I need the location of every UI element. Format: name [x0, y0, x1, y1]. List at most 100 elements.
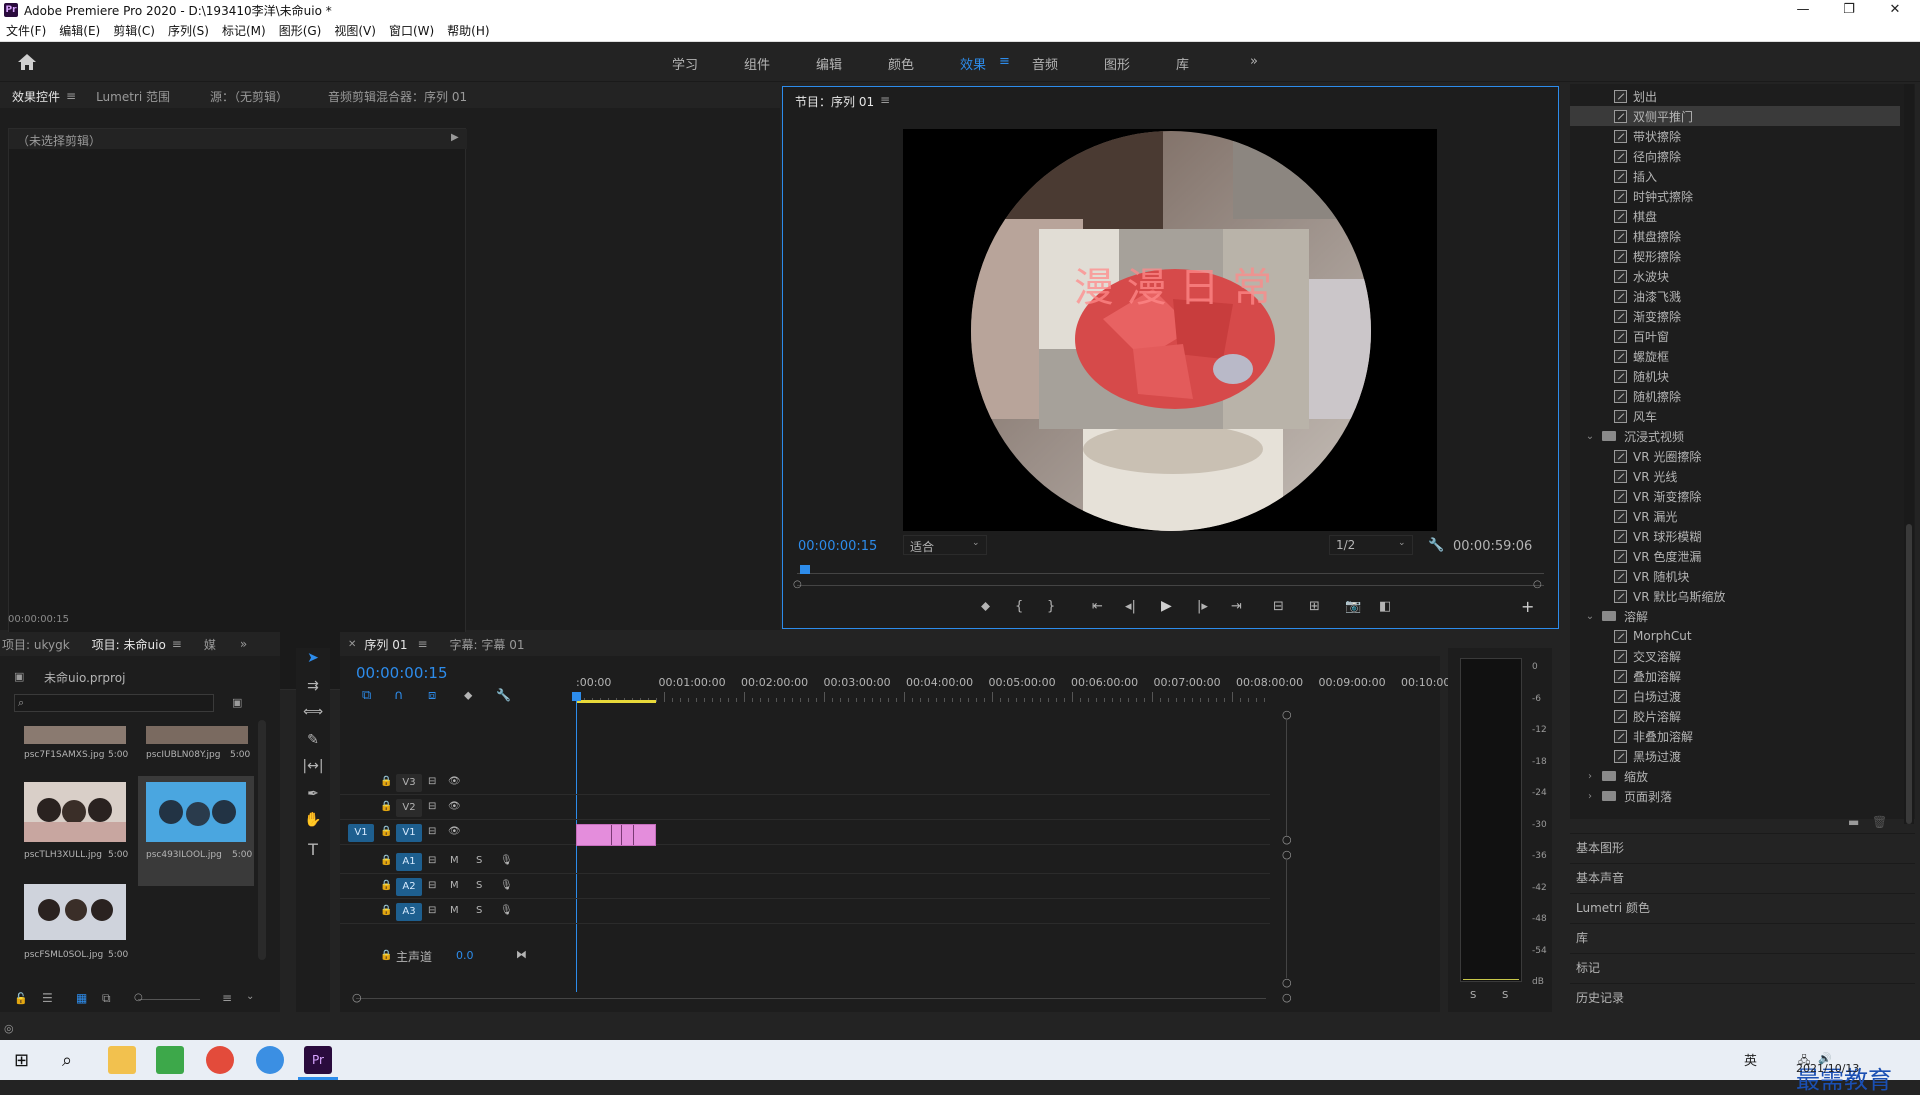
menu-file[interactable]: 文件(F)	[6, 22, 46, 39]
lift-icon[interactable]: ⊟	[1273, 599, 1284, 614]
work-area-bar[interactable]	[576, 700, 656, 703]
zoom-handle-left[interactable]: ○	[793, 579, 802, 590]
step-back-icon[interactable]: ◂|	[1125, 599, 1136, 614]
menu-view[interactable]: 视图(V)	[334, 22, 376, 39]
effect-item[interactable]: 插入	[1570, 166, 1900, 186]
tab-audio-clip-mixer[interactable]: 音频剪辑混合器：序列 01	[328, 88, 467, 105]
program-video-frame[interactable]: 漫 漫 日 常	[903, 129, 1437, 531]
track-label-v3[interactable]: V3	[396, 774, 422, 792]
program-timecode[interactable]: 00:00:00:15	[798, 539, 877, 554]
master-output-icon[interactable]: ⧓	[516, 948, 527, 961]
app-icon[interactable]	[156, 1046, 184, 1074]
tab-effect-controls[interactable]: 效果控件	[12, 88, 60, 105]
solo-button[interactable]: S	[476, 905, 482, 916]
effect-item[interactable]: 白场过渡	[1570, 686, 1900, 706]
play-icon[interactable]: ▶	[1161, 598, 1172, 614]
compare-view-icon[interactable]: ◧	[1379, 599, 1391, 614]
mute-button[interactable]: M	[450, 880, 459, 891]
tab-project-untitled[interactable]: 项目: 未命uio	[92, 636, 166, 653]
effect-item[interactable]: 带状擦除	[1570, 126, 1900, 146]
effect-item[interactable]: 非叠加溶解	[1570, 726, 1900, 746]
track-lock-icon[interactable]: 🔒	[380, 826, 392, 837]
tab-media[interactable]: 媒	[204, 636, 216, 653]
hscroll-handle-left[interactable]: ○	[352, 991, 362, 1004]
effect-item[interactable]: 棋盘擦除	[1570, 226, 1900, 246]
type-tool-icon[interactable]: T	[296, 840, 330, 864]
list-view-icon[interactable]: ☰	[42, 991, 53, 1005]
workspace-tab-effects[interactable]: 效果	[960, 54, 986, 73]
mic-icon[interactable]: 🎙	[500, 905, 513, 916]
eye-icon[interactable]: 👁	[448, 801, 461, 812]
side-panel-header[interactable]: 标记	[1570, 953, 1915, 982]
track-lock-icon[interactable]: 🔒	[380, 855, 392, 866]
effect-item[interactable]: 百叶窗	[1570, 326, 1900, 346]
effect-item[interactable]: 时钟式擦除	[1570, 186, 1900, 206]
menu-sequence[interactable]: 序列(S)	[168, 22, 209, 39]
sync-lock-icon[interactable]: ⊟	[428, 905, 436, 916]
track-label-a1[interactable]: A1	[396, 853, 422, 871]
project-scrollbar[interactable]	[258, 720, 266, 960]
fit-dropdown[interactable]: 适合 ⌄	[903, 535, 987, 555]
taskbar-search-icon[interactable]: ⌕	[62, 1050, 72, 1071]
razor-tool-icon[interactable]: ✎	[296, 732, 330, 756]
timeline-timecode[interactable]: 00:00:00:15	[356, 664, 448, 682]
effect-item[interactable]: VR 默比乌斯缩放	[1570, 586, 1900, 606]
sync-lock-icon[interactable]: ⊟	[428, 880, 436, 891]
effect-item[interactable]: 风车	[1570, 406, 1900, 426]
chevron-down-icon[interactable]: ⌄	[1584, 431, 1596, 442]
snap-icon[interactable]: ∩	[394, 688, 404, 703]
sync-lock-icon[interactable]: ⊟	[428, 855, 436, 866]
tab-captions[interactable]: 字幕: 字幕 01	[450, 636, 525, 653]
mute-button[interactable]: M	[450, 905, 459, 916]
effects-folder[interactable]: ⌄ 溶解	[1570, 606, 1900, 626]
track-label-v1[interactable]: V1	[396, 824, 422, 842]
chevron-down-icon[interactable]: ⌄	[246, 991, 254, 1002]
effect-item[interactable]: VR 球形模糊	[1570, 526, 1900, 546]
effect-item[interactable]: 胶片溶解	[1570, 706, 1900, 726]
workspace-tab-color[interactable]: 颜色	[888, 54, 914, 73]
ime-label[interactable]: 英	[1744, 1050, 1757, 1069]
source-patch-v1[interactable]: V1	[348, 824, 374, 842]
effect-item[interactable]: MorphCut	[1570, 626, 1900, 646]
master-volume-value[interactable]: 0.0	[456, 949, 474, 962]
mic-icon[interactable]: 🎙	[500, 880, 513, 891]
hand-tool-icon[interactable]: ✋	[296, 812, 330, 836]
effects-scrollbar[interactable]	[1904, 84, 1914, 824]
lock-icon[interactable]: 🔓	[14, 992, 28, 1005]
add-marker-icon[interactable]: ⬥	[464, 688, 472, 703]
track-label-a2[interactable]: A2	[396, 878, 422, 896]
sort-icon[interactable]: ≡	[222, 991, 232, 1005]
zoom-slider-handle[interactable]: ○	[134, 992, 143, 1003]
menu-help[interactable]: 帮助(H)	[447, 22, 489, 39]
effect-item[interactable]: VR 色度泄漏	[1570, 546, 1900, 566]
project-search-input[interactable]: ⌕	[14, 694, 214, 712]
mark-in-icon[interactable]: {	[1015, 599, 1023, 614]
effect-item[interactable]: 楔形擦除	[1570, 246, 1900, 266]
menu-clip[interactable]: 剪辑(C)	[113, 22, 155, 39]
effect-item[interactable]: VR 随机块	[1570, 566, 1900, 586]
effect-item[interactable]: 渐变擦除	[1570, 306, 1900, 326]
effect-item[interactable]: VR 漏光	[1570, 506, 1900, 526]
premiere-taskbar-icon[interactable]: Pr	[304, 1046, 332, 1074]
panel-menu-icon[interactable]: ≡	[66, 89, 76, 103]
track-label-v2[interactable]: V2	[396, 799, 422, 817]
solo-left-button[interactable]: S	[1470, 990, 1476, 1001]
eye-icon[interactable]: 👁	[448, 826, 461, 837]
sync-lock-icon[interactable]: ⊟	[428, 801, 436, 812]
close-button[interactable]: ✕	[1872, 0, 1918, 20]
side-panel-header[interactable]: Lumetri 颜色	[1570, 893, 1915, 922]
timeline-ruler[interactable]: :00:00 00:01:00:00 00:02:00:00 00:03:00:00 0…	[576, 672, 1454, 708]
thumbnail-4-selected[interactable]	[138, 776, 254, 886]
home-icon[interactable]	[17, 53, 37, 71]
program-playhead[interactable]	[799, 565, 810, 574]
mic-icon[interactable]: 🎙	[500, 855, 513, 866]
go-to-in-icon[interactable]: ⇤	[1092, 599, 1103, 614]
linked-selection-icon[interactable]: ⧈	[428, 688, 436, 703]
expand-arrow-icon[interactable]: ▶	[451, 132, 459, 143]
zoom-slider[interactable]	[138, 999, 200, 1000]
effect-item[interactable]: 水波块	[1570, 266, 1900, 286]
extract-icon[interactable]: ⊞	[1309, 599, 1320, 614]
panel-menu-icon[interactable]: ≡	[880, 93, 890, 107]
effects-folder[interactable]: ⌄ 沉浸式视频	[1570, 426, 1900, 446]
effect-item[interactable]: 径向擦除	[1570, 146, 1900, 166]
